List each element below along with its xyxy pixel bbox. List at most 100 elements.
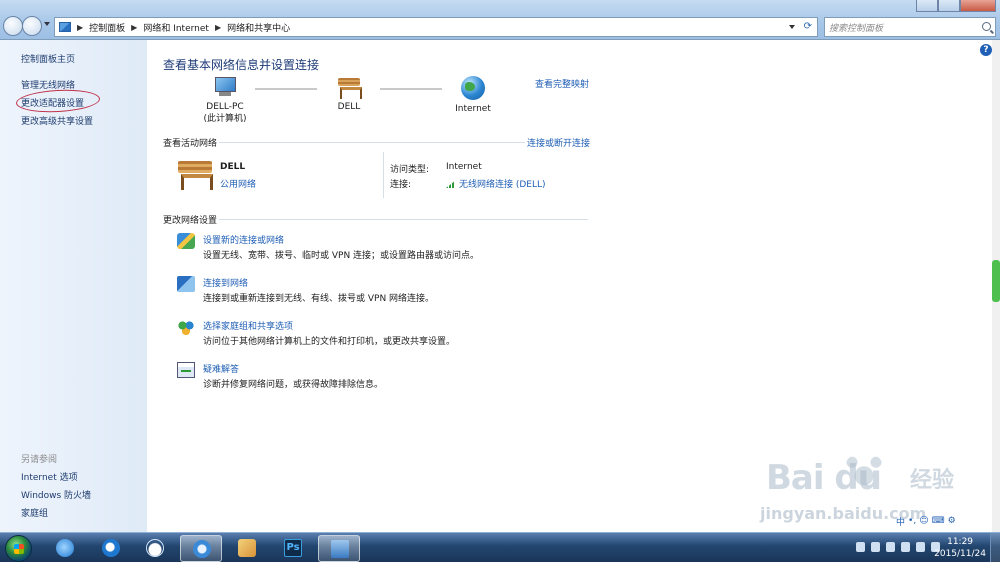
connection-line (255, 88, 317, 90)
network-center-icon (331, 540, 349, 558)
globe-icon (461, 76, 485, 100)
scroll-thumb[interactable] (992, 260, 1000, 302)
task-title-link[interactable]: 疑难解答 (203, 362, 239, 375)
watermark-brand: 经验 (910, 468, 955, 493)
sidebar-item-internet-options[interactable]: Internet 选项 (21, 470, 78, 483)
scrollbar[interactable] (992, 40, 1000, 532)
divider (219, 219, 588, 220)
task-description: 诊断并修复网络问题，或获得故障排除信息。 (203, 380, 384, 390)
address-bar[interactable]: ▶ 控制面板 ▶ 网络和 Internet ▶ 网络和共享中心 ⟳ (54, 17, 818, 37)
time: 11:29 (947, 537, 974, 547)
network-name: DELL (337, 102, 361, 112)
taskbar-browser[interactable] (90, 535, 132, 562)
sidebar-item-homegroup[interactable]: 家庭组 (21, 506, 48, 519)
help-icon[interactable]: ? (980, 44, 992, 56)
taskbar-network-center[interactable] (318, 535, 360, 562)
internet-label: Internet (455, 104, 491, 114)
sidebar-item-advanced-sharing[interactable]: 更改高级共享设置 (21, 114, 93, 127)
breadcrumb-network-sharing-center[interactable]: 网络和共享中心 (227, 21, 290, 34)
flag-icon[interactable] (886, 542, 895, 552)
task-title-link[interactable]: 设置新的连接或网络 (203, 233, 284, 246)
wifi-signal-icon[interactable] (916, 542, 925, 552)
access-type-label: 访问类型: (390, 165, 430, 175)
search-input[interactable]: 搜索控制面板 (824, 17, 996, 37)
annotation-circle (15, 87, 101, 115)
taskbar-paint[interactable] (226, 535, 268, 562)
access-type-value: Internet (446, 162, 482, 172)
page-title: 查看基本网络信息并设置连接 (163, 58, 320, 72)
sidebar-item-windows-firewall[interactable]: Windows 防火墙 (21, 488, 91, 501)
change-settings-heading: 更改网络设置 (163, 216, 218, 226)
task-description: 连接到或重新连接到无线、有线、拨号或 VPN 网络连接。 (203, 294, 435, 304)
taskbar-photoshop[interactable]: Ps (272, 535, 314, 562)
close-button[interactable] (960, 0, 996, 12)
chevron-right-icon[interactable]: ▶ (77, 23, 83, 32)
node-internet[interactable]: Internet (451, 76, 495, 115)
tray-app-icon[interactable] (901, 542, 910, 552)
breadcrumb-control-panel[interactable]: 控制面板 (89, 21, 125, 34)
cloud-icon (146, 539, 164, 557)
divider (219, 142, 525, 143)
task-title-link[interactable]: 选择家庭组和共享选项 (203, 319, 293, 332)
network-type-link[interactable]: 公用网络 (220, 177, 256, 190)
refresh-icon[interactable]: ⟳ (804, 21, 812, 32)
connect-network-icon (177, 276, 195, 292)
minimize-button[interactable] (916, 0, 938, 12)
chevron-right-icon[interactable]: ▶ (215, 23, 221, 32)
troubleshoot-icon (177, 362, 195, 378)
back-button[interactable] (3, 16, 23, 36)
connection-line (380, 88, 442, 90)
view-full-map-link[interactable]: 查看完整映射 (535, 77, 589, 90)
maximize-button[interactable] (938, 0, 960, 12)
show-desktop-button[interactable] (990, 533, 1000, 562)
sidebar-item-control-panel-home[interactable]: 控制面板主页 (21, 52, 75, 65)
task-description: 设置无线、宽带、拨号、临时或 VPN 连接；或设置路由器或访问点。 (203, 251, 480, 261)
recent-pages-dropdown[interactable] (44, 22, 50, 26)
title-bar: ▶ 控制面板 ▶ 网络和 Internet ▶ 网络和共享中心 ⟳ 搜索控制面板 (0, 0, 1000, 40)
start-button[interactable] (5, 535, 32, 562)
emoji-icon[interactable]: ☺ (919, 516, 928, 526)
forward-button[interactable] (22, 16, 42, 36)
date: 2015/11/24 (934, 549, 986, 559)
taskbar-ie-active[interactable] (180, 535, 222, 562)
taskbar-ie[interactable] (44, 535, 86, 562)
clock[interactable]: 11:29 2015/11/24 (934, 536, 986, 560)
ime-lang[interactable]: 中 (896, 515, 905, 528)
chevron-right-icon[interactable]: ▶ (131, 23, 137, 32)
photoshop-icon: Ps (284, 539, 302, 557)
active-network-name: DELL (220, 162, 246, 172)
see-also-heading: 另请参阅 (21, 455, 58, 465)
taskbar-cloud[interactable] (134, 535, 176, 562)
sidebar: 控制面板主页 管理无线网络 更改适配器设置 更改高级共享设置 另请参阅 Inte… (0, 40, 147, 532)
vertical-divider (383, 152, 384, 198)
paint-icon (238, 539, 256, 557)
punctuation-icon[interactable]: •, (908, 516, 916, 526)
gear-icon[interactable]: ⚙ (948, 516, 956, 526)
node-this-computer[interactable]: DELL-PC (此计算机) (203, 76, 247, 125)
public-network-bench-icon (177, 158, 213, 190)
address-dropdown-icon[interactable] (789, 25, 795, 29)
connect-disconnect-link[interactable]: 连接或断开连接 (527, 136, 590, 149)
browser-icon (102, 539, 120, 557)
node-network-dell[interactable]: DELL (331, 76, 367, 113)
keyboard-icon[interactable]: ⌨ (932, 516, 945, 526)
ime-toolbar[interactable]: 中 •, ☺ ⌨ ⚙ (896, 513, 996, 529)
public-network-bench-icon (336, 76, 362, 99)
task-title-link[interactable]: 连接到网络 (203, 276, 248, 289)
wireless-connection-link[interactable]: 无线网络连接 (DELL) (446, 177, 546, 190)
window-controls (916, 0, 996, 12)
search-placeholder: 搜索控制面板 (829, 24, 884, 34)
connection-label: 连接: (390, 180, 412, 190)
taskbar: Ps 11:29 2015/11/24 (0, 532, 1000, 562)
task-troubleshoot: 疑难解答 诊断并修复网络问题，或获得故障排除信息。 (177, 362, 383, 390)
breadcrumb-network-internet[interactable]: 网络和 Internet (143, 21, 209, 34)
tray-app-icon[interactable] (856, 542, 865, 552)
ie-icon (193, 540, 211, 558)
ie-icon (56, 539, 74, 557)
task-description: 访问位于其他网络计算机上的文件和打印机，或更改共享设置。 (203, 337, 456, 347)
tray-app-icon[interactable] (871, 542, 880, 552)
search-icon[interactable] (982, 22, 991, 31)
wifi-signal-icon (446, 180, 456, 188)
pc-sub: (此计算机) (203, 114, 247, 124)
connection-value: 无线网络连接 (DELL) (459, 180, 546, 190)
